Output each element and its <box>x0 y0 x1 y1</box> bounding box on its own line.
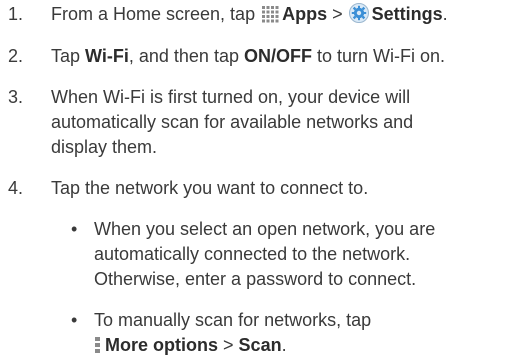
step-text-line: display them. <box>51 137 158 157</box>
wifi-label: Wi-Fi <box>85 46 129 66</box>
separator: > <box>332 4 343 24</box>
settings-gear-icon <box>348 3 369 30</box>
settings-label: Settings <box>371 4 443 24</box>
step-number: 1. <box>8 4 24 24</box>
more-options-icon <box>94 336 102 361</box>
step-text-line: When Wi-Fi is first turned on, your devi… <box>51 87 411 107</box>
bullet-text-line: Otherwise, enter a password to connect. <box>94 269 417 289</box>
bullet-text-line: When you select an open network, you are <box>94 219 436 239</box>
instructions-document: 1. From a Home screen, tap Apps > Settin… <box>0 0 510 356</box>
step-text-line: automatically scan for available network… <box>51 112 414 132</box>
onoff-label: ON/OFF <box>243 46 312 66</box>
period: . <box>442 4 448 24</box>
step-text: to turn Wi-Fi on. <box>317 46 446 66</box>
step-text: Tap <box>51 46 81 66</box>
bullet-dot: • <box>71 310 78 330</box>
period: . <box>281 335 287 355</box>
step-number: 2. <box>8 46 24 66</box>
step-text: , and then tap <box>128 46 239 66</box>
step-text: Tap the network you want to connect to. <box>51 178 369 198</box>
step-text: From a Home screen, tap <box>51 4 256 24</box>
bullet-dot: • <box>71 219 78 239</box>
separator: > <box>223 335 234 355</box>
apps-grid-icon <box>261 5 279 30</box>
more-options-label: More options <box>105 335 218 355</box>
bullet-text-line: automatically connected to the network. <box>94 244 411 264</box>
step-number: 3. <box>8 87 24 107</box>
apps-label: Apps <box>282 4 328 24</box>
bullet-text-line: To manually scan for networks, tap <box>94 310 372 330</box>
step-number: 4. <box>8 178 24 198</box>
scan-label: Scan <box>238 335 282 355</box>
